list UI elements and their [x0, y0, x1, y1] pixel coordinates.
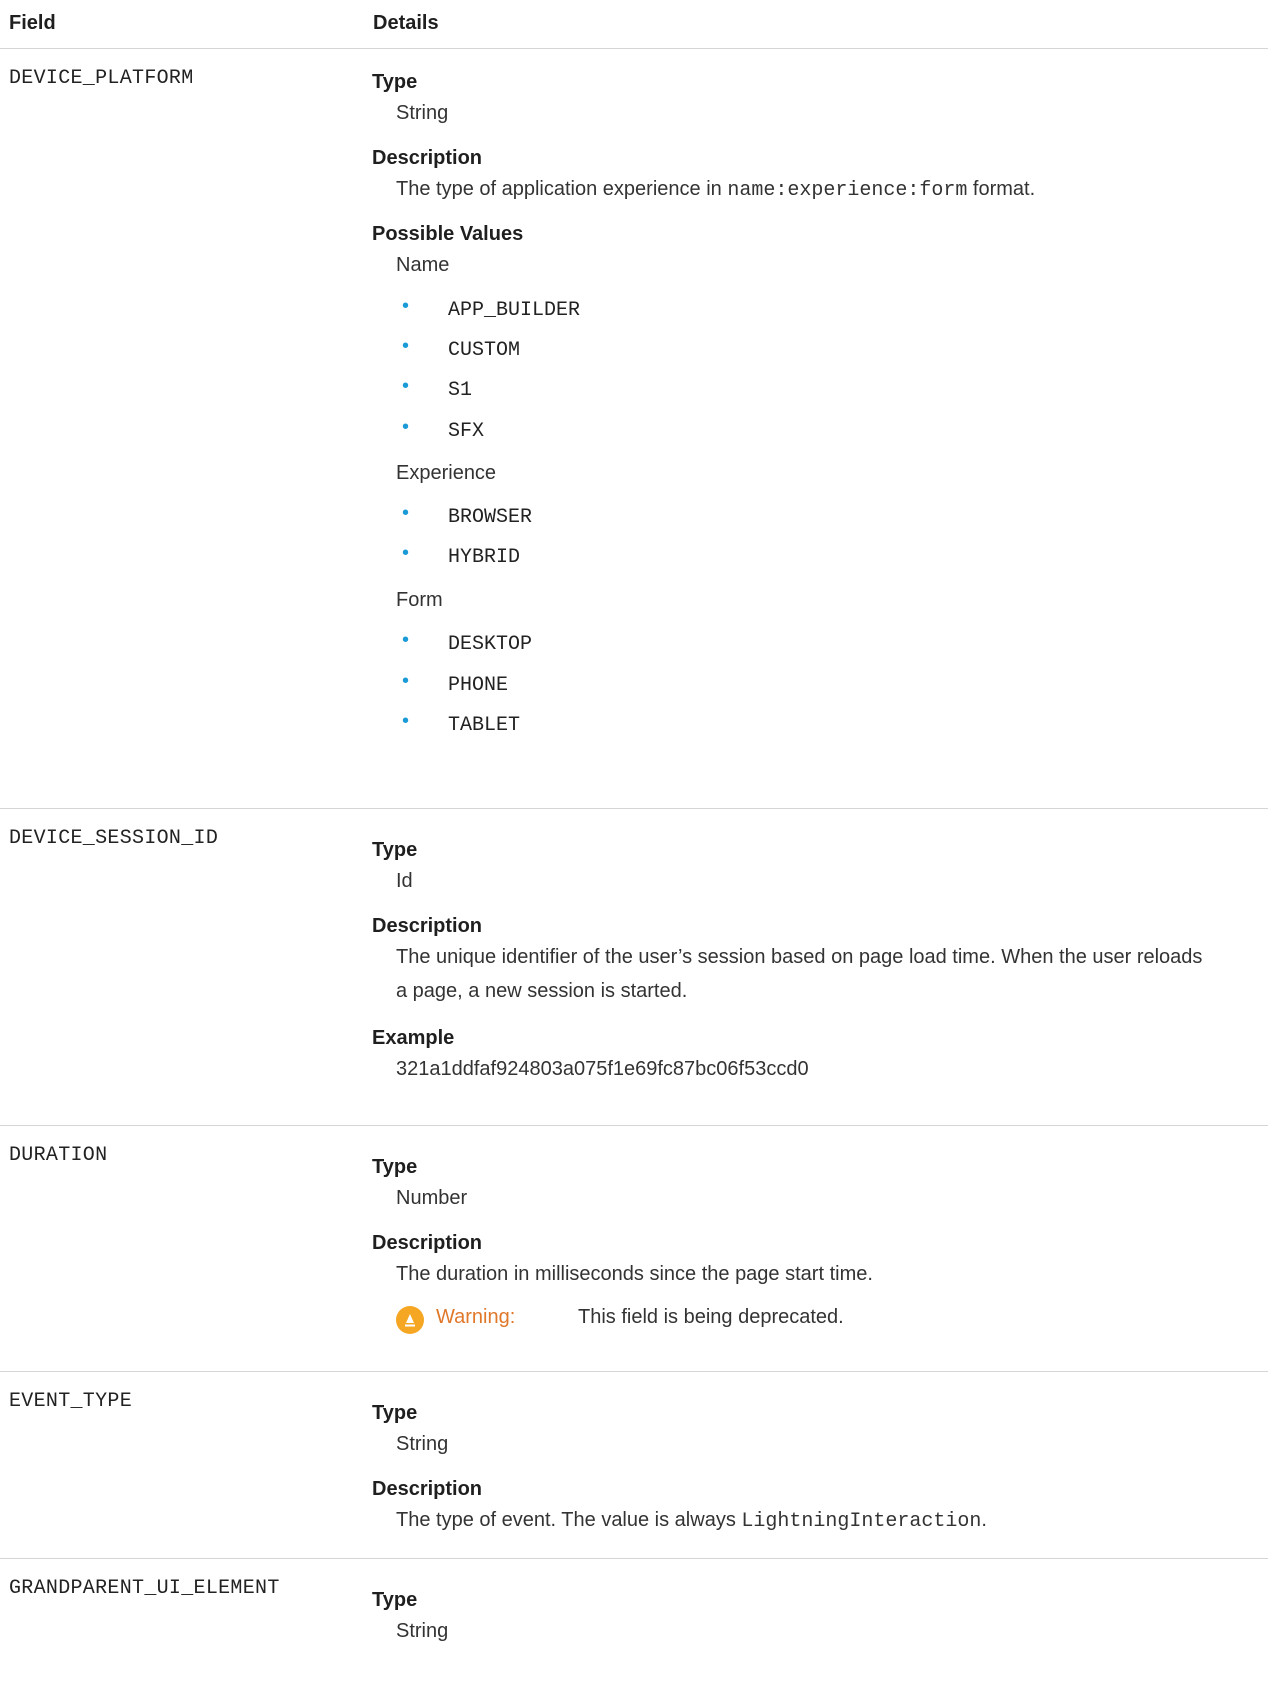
field-name: DURATION: [9, 1144, 108, 1167]
warning-icon: [396, 1306, 424, 1334]
header-field: Field: [9, 12, 56, 34]
bullet-icon: •: [402, 335, 410, 357]
table-row: DEVICE_PLATFORM Type String Description …: [0, 49, 1268, 809]
description-text: The type of event. The value is always L…: [396, 1509, 987, 1533]
field-name: EVENT_TYPE: [9, 1390, 133, 1413]
example-label: Example: [372, 1027, 455, 1049]
code-inline: LightningInteraction: [741, 1510, 982, 1533]
description-line: The unique identifier of the user’s sess…: [396, 946, 1203, 968]
list-item: TABLET: [448, 714, 521, 737]
field-name: GRANDPARENT_UI_ELEMENT: [9, 1577, 280, 1600]
type-label: Type: [372, 839, 418, 861]
type-value: String: [396, 1433, 449, 1455]
group-title: Name: [396, 254, 450, 276]
group-title: Form: [396, 589, 443, 611]
list-item: PHONE: [448, 674, 509, 697]
header-details: Details: [373, 12, 439, 34]
list-item: S1: [448, 379, 473, 402]
group-title: Experience: [396, 462, 497, 484]
table-row: EVENT_TYPE Type String Description The t…: [0, 1372, 1268, 1559]
list-item: DESKTOP: [448, 633, 533, 656]
list-item: APP_BUILDER: [448, 299, 581, 322]
field-name: DEVICE_SESSION_ID: [9, 827, 219, 850]
type-label: Type: [372, 1589, 418, 1611]
bullet-icon: •: [402, 629, 410, 651]
bullet-icon: •: [402, 416, 410, 438]
type-value: Id: [396, 870, 413, 892]
possible-values-label: Possible Values: [372, 223, 524, 245]
code-inline: name:experience:form: [727, 179, 968, 202]
table-header: Field Details: [0, 0, 1268, 49]
list-item: SFX: [448, 420, 485, 443]
bullet-icon: •: [402, 670, 410, 692]
type-value: Number: [396, 1187, 468, 1209]
type-label: Type: [372, 1402, 418, 1424]
example-value: 321a1ddfaf924803a075f1e69fc87bc06f53ccd0: [396, 1058, 809, 1080]
bullet-icon: •: [402, 542, 410, 564]
list-item: BROWSER: [448, 506, 533, 529]
bullet-icon: •: [402, 502, 410, 524]
type-label: Type: [372, 1156, 418, 1178]
warning-text: This field is being deprecated.: [578, 1306, 844, 1328]
description-label: Description: [372, 1232, 483, 1254]
description-label: Description: [372, 1478, 483, 1500]
type-value: String: [396, 1620, 449, 1642]
description-text: The duration in milliseconds since the p…: [396, 1263, 873, 1285]
field-table: Field Details DEVICE_PLATFORM Type Strin…: [0, 0, 1268, 1689]
list-item: CUSTOM: [448, 339, 521, 362]
field-name: DEVICE_PLATFORM: [9, 67, 194, 90]
list-item: HYBRID: [448, 546, 521, 569]
type-label: Type: [372, 71, 418, 93]
bullet-icon: •: [402, 295, 410, 317]
description-label: Description: [372, 147, 483, 169]
type-value: String: [396, 102, 449, 124]
bullet-icon: •: [402, 710, 410, 732]
table-row: GRANDPARENT_UI_ELEMENT Type String: [0, 1559, 1268, 1689]
bullet-icon: •: [402, 375, 410, 397]
description-label: Description: [372, 915, 483, 937]
description-line: a page, a new session is started.: [396, 980, 688, 1002]
warning-label: Warning:: [436, 1306, 516, 1328]
table-row: DEVICE_SESSION_ID Type Id Description Th…: [0, 809, 1268, 1126]
description-text: The type of application experience in na…: [396, 178, 1036, 202]
table-row: DURATION Type Number Description The dur…: [0, 1126, 1268, 1372]
